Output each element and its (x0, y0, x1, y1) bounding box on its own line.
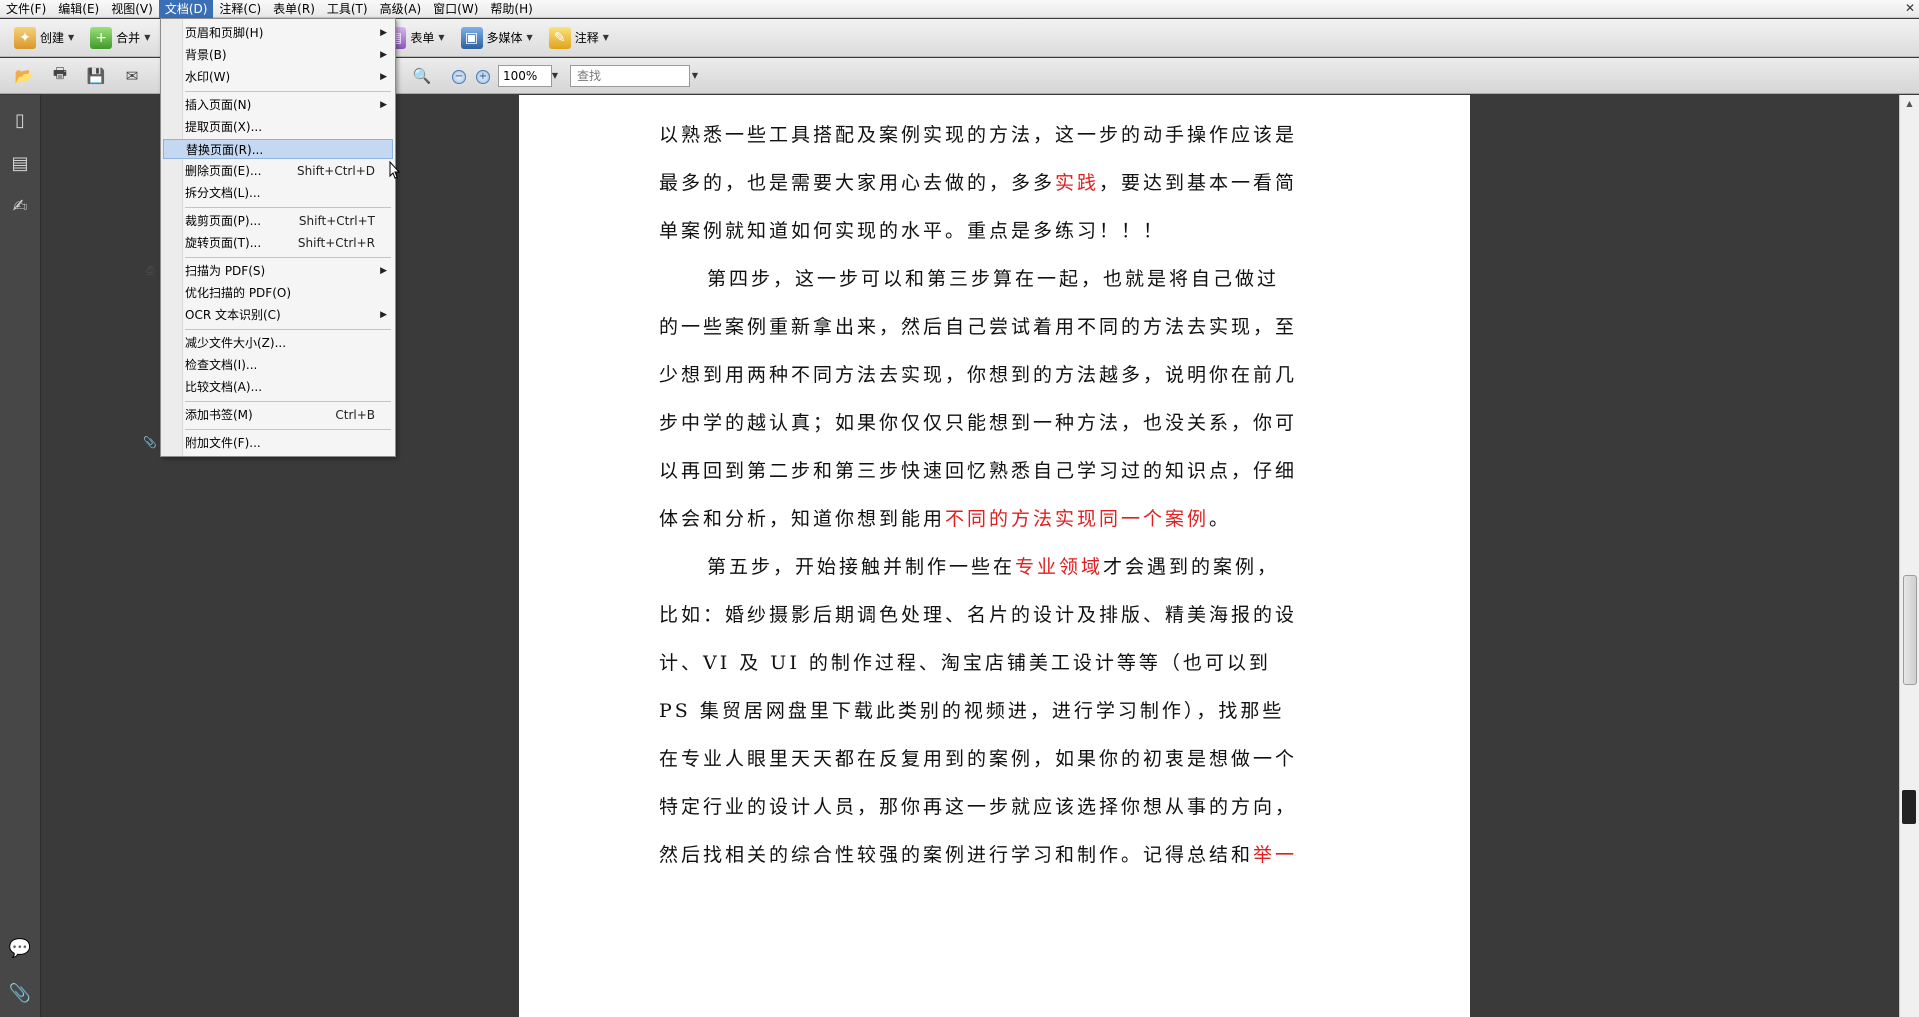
combine-files-icon: + (90, 26, 113, 49)
menu-item-add-bookmark[interactable]: 添加书签(M) Ctrl+B (163, 405, 393, 425)
paragraph: 以熟悉一些工具搭配及案例实现的方法，这一步的动手操作应该是最多的，也是需要大家用… (659, 124, 1298, 242)
signatures-icon[interactable]: ✍ (8, 193, 32, 219)
menu-separator (185, 329, 391, 330)
menu-item-insert-pages[interactable]: 插入页面(N) ▶ (163, 95, 393, 115)
submenu-arrow-icon: ▶ (380, 28, 387, 38)
paperclip-icon: 📎 (143, 436, 157, 449)
menu-tools[interactable]: 工具(T) (321, 0, 374, 18)
zoom-dropdown-icon[interactable]: ▼ (548, 65, 562, 87)
submenu-arrow-icon: ▶ (380, 100, 387, 110)
paragraph: 第五步，开始接触并制作一些在专业领域才会遇到的案例，比如：婚纱摄影后期调色处理、… (659, 556, 1298, 866)
shortcut-label: Shift+Ctrl+T (298, 214, 375, 228)
menu-document[interactable]: 文档(D) (158, 0, 214, 18)
find-dropdown-icon[interactable]: ▼ (688, 65, 702, 87)
close-window-icon[interactable]: ✕ (1903, 1, 1917, 15)
pages-icon[interactable]: ▯ (8, 107, 32, 133)
shortcut-label: Shift+Ctrl+D (297, 164, 375, 178)
menu-separator (185, 401, 391, 402)
find-input[interactable]: 查找 (570, 65, 690, 87)
pdf-page: 以熟悉一些工具搭配及案例实现的方法，这一步的动手操作应该是最多的，也是需要大家用… (519, 95, 1470, 1017)
submenu-arrow-icon: ▶ (380, 310, 387, 320)
bookmarks-icon[interactable]: ▤ (8, 150, 32, 176)
chevron-down-icon: ▼ (144, 33, 151, 42)
menu-item-watermark[interactable]: 水印(W) ▶ (163, 67, 393, 87)
multimedia-icon: ▣ (460, 26, 483, 49)
comment-label: 注释 (574, 31, 599, 45)
menu-bar: 文件(F) 编辑(E) 视图(V) 文档(D) 注释(C) 表单(R) 工具(T… (0, 0, 1919, 18)
zoom-input[interactable]: 100% (498, 65, 552, 87)
menu-item-header-footer[interactable]: 页眉和页脚(H) ▶ (163, 23, 393, 43)
comment-button[interactable]: ✎ 注释 ▼ (543, 23, 615, 53)
page-text: 以熟悉一些工具搭配及案例实现的方法，这一步的动手操作应该是最多的，也是需要大家用… (659, 111, 1299, 879)
menu-item-replace-pages[interactable]: 替换页面(R)... (163, 139, 393, 159)
menu-item-split-document[interactable]: 拆分文档(L)... (163, 183, 393, 203)
shortcut-label: Shift+Ctrl+R (297, 236, 375, 250)
create-label: 创建 (40, 31, 65, 45)
submenu-arrow-icon: ▶ (380, 50, 387, 60)
paragraph: 第四步，这一步可以和第三步算在一起，也就是将自己做过的一些案例重新拿出来，然后自… (659, 268, 1298, 530)
multimedia-label: 多媒体 (486, 31, 523, 45)
create-pdf-icon: ✦ (14, 26, 36, 49)
comment-icon: ✎ (548, 26, 571, 49)
menu-item-reduce-file-size[interactable]: 减少文件大小(Z)... (163, 333, 393, 353)
create-button[interactable]: ✦ 创建 ▼ (8, 23, 80, 53)
scroll-thumb[interactable] (1903, 575, 1917, 685)
marquee-zoom-icon[interactable]: 🔍 (410, 65, 434, 87)
menu-item-rotate-pages[interactable]: 旋转页面(T)... Shift+Ctrl+R (163, 233, 393, 253)
menu-item-ocr[interactable]: OCR 文本识别(C) ▶ (163, 305, 393, 325)
menu-edit[interactable]: 编辑(E) (52, 0, 105, 18)
splitter-handle[interactable] (1902, 790, 1916, 824)
menu-item-extract-pages[interactable]: 提取页面(X)... (163, 117, 393, 137)
email-icon[interactable]: ✉ (120, 65, 144, 87)
menu-item-background[interactable]: 背景(B) ▶ (163, 45, 393, 65)
menu-window[interactable]: 窗口(W) (427, 0, 484, 18)
submenu-arrow-icon: ▶ (380, 72, 387, 82)
menu-help[interactable]: 帮助(H) (484, 0, 538, 18)
menu-item-attach-file[interactable]: 📎 附加文件(F)... (143, 433, 393, 453)
menu-view[interactable]: 视图(V) (105, 0, 159, 18)
open-folder-icon[interactable]: 📂 (12, 65, 36, 87)
menu-separator (185, 429, 391, 430)
document-menu-dropdown: 页眉和页脚(H) ▶ 背景(B) ▶ 水印(W) ▶ 插入页面(N) ▶ 提取页面(X)… (143, 18, 401, 457)
menu-separator (185, 207, 391, 208)
forms-label: 表单 (410, 31, 435, 45)
navigation-panel: ▯ ▤ ✍ 💬 📎 (0, 95, 41, 1017)
menu-file[interactable]: 文件(F) (0, 0, 52, 18)
menu-item-crop-pages[interactable]: 裁剪页面(P)... Shift+Ctrl+T (163, 211, 393, 231)
chevron-down-icon: ▼ (438, 33, 445, 42)
menu-item-scan-to-pdf[interactable]: ⎙ 扫描为 PDF(S) ▶ (146, 261, 393, 281)
scroll-up-icon[interactable]: ▲ (1900, 95, 1919, 112)
shortcut-label: Ctrl+B (335, 408, 375, 422)
menu-item-compare-documents[interactable]: 比较文档(A)... (163, 377, 393, 397)
menu-separator (185, 257, 391, 258)
scanner-icon: ⎙ (145, 264, 155, 277)
multimedia-button[interactable]: ▣ 多媒体 ▼ (455, 23, 539, 53)
chevron-down-icon: ▼ (526, 33, 533, 42)
chevron-down-icon: ▼ (68, 33, 75, 42)
vertical-scrollbar[interactable]: ▲ (1899, 95, 1919, 1017)
menu-advanced[interactable]: 高级(A) (374, 0, 428, 18)
attachments-icon[interactable]: 📎 (8, 980, 32, 1006)
zoom-out-icon[interactable]: − (452, 70, 466, 84)
menu-item-optimize-scanned-pdf[interactable]: 优化扫描的 PDF(O) (163, 283, 393, 303)
mouse-cursor-icon (389, 161, 401, 179)
chevron-down-icon: ▼ (602, 33, 609, 42)
combine-button[interactable]: + 合并 ▼ (84, 23, 156, 53)
combine-label: 合并 (116, 31, 141, 45)
print-icon[interactable]: 🖶 (48, 64, 72, 87)
comments-icon[interactable]: 💬 (8, 935, 32, 961)
save-icon[interactable]: 💾 (84, 65, 108, 87)
menu-separator (185, 91, 391, 92)
submenu-arrow-icon: ▶ (380, 266, 387, 276)
zoom-in-icon[interactable]: + (476, 70, 490, 84)
menu-comments[interactable]: 注释(C) (213, 0, 267, 18)
menu-forms[interactable]: 表单(R) (267, 0, 321, 18)
menu-item-examine-document[interactable]: 检查文档(I)... (163, 355, 393, 375)
menu-item-delete-pages[interactable]: 删除页面(E)... Shift+Ctrl+D (163, 161, 393, 181)
